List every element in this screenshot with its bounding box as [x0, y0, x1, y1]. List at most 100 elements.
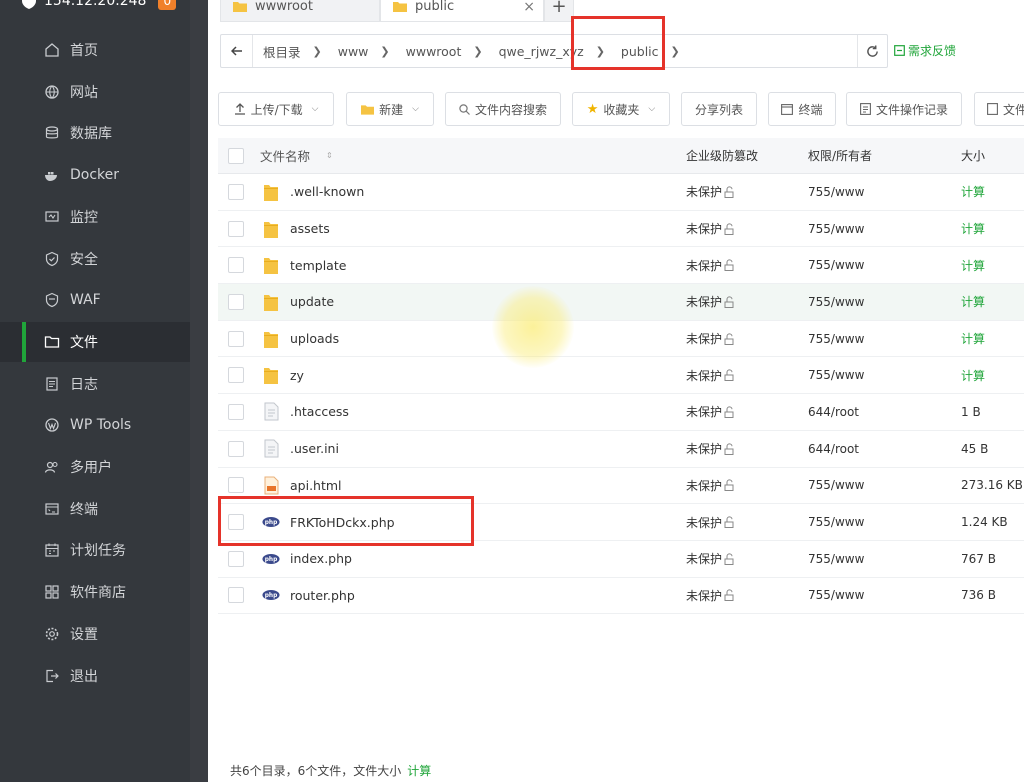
file-name-cell[interactable]: assets: [262, 220, 330, 238]
sidebar-item-2[interactable]: 数据库: [0, 113, 190, 153]
sidebar-item-11[interactable]: 终端: [0, 489, 190, 529]
favorites-button[interactable]: ★ 收藏夹 ⌵: [572, 92, 670, 126]
select-all-checkbox[interactable]: [228, 147, 244, 164]
protect-status[interactable]: 未保护: [686, 183, 735, 200]
breadcrumb-item[interactable]: 根目录 ❯: [253, 42, 328, 61]
sidebar-item-8[interactable]: 日志: [0, 364, 190, 404]
protect-status[interactable]: 未保护: [686, 330, 735, 347]
sidebar-item-7[interactable]: 文件: [0, 321, 190, 362]
file-name-cell[interactable]: .htaccess: [262, 402, 349, 421]
tab-wwwroot[interactable]: wwwroot: [220, 0, 380, 22]
permission-cell[interactable]: 755/www: [808, 185, 864, 199]
permission-cell[interactable]: 755/www: [808, 258, 864, 272]
table-row[interactable]: .htaccess 未保护 644/root 1 B: [218, 394, 1024, 431]
row-checkbox[interactable]: [228, 293, 244, 310]
calc-size-link[interactable]: 计算: [407, 764, 431, 778]
row-checkbox[interactable]: [228, 403, 244, 420]
size-cell[interactable]: 计算: [961, 330, 985, 347]
protect-status[interactable]: 未保护: [686, 403, 735, 420]
row-checkbox[interactable]: [228, 183, 244, 200]
file-name-cell[interactable]: api.html: [262, 476, 342, 495]
size-cell[interactable]: 计算: [961, 183, 985, 200]
table-row[interactable]: .well-known 未保护 755/www 计算: [218, 174, 1024, 211]
file-name-cell[interactable]: php index.php: [262, 550, 352, 568]
permission-cell[interactable]: 755/www: [808, 368, 864, 382]
share-list-button[interactable]: 分享列表: [681, 92, 757, 126]
sidebar-item-13[interactable]: 软件商店: [0, 572, 190, 612]
sidebar-item-14[interactable]: 设置: [0, 614, 190, 654]
protect-status[interactable]: 未保护: [686, 587, 735, 604]
sidebar-item-0[interactable]: 首页: [0, 30, 190, 70]
protect-status[interactable]: 未保护: [686, 550, 735, 567]
row-checkbox[interactable]: [228, 440, 244, 457]
sidebar-item-10[interactable]: 多用户: [0, 447, 190, 487]
protect-status[interactable]: 未保护: [686, 440, 735, 457]
back-button[interactable]: [221, 35, 253, 67]
sidebar-item-4[interactable]: 监控: [0, 197, 190, 237]
breadcrumb-item[interactable]: qwe_rjwz_xyz ❯: [489, 44, 611, 59]
table-row[interactable]: zy 未保护 755/www 计算: [218, 357, 1024, 395]
close-icon[interactable]: ×: [523, 0, 535, 15]
file-name-cell[interactable]: .well-known: [262, 183, 364, 201]
permission-cell[interactable]: 755/www: [808, 332, 864, 346]
row-checkbox[interactable]: [228, 330, 244, 347]
row-checkbox[interactable]: [228, 220, 244, 237]
size-cell[interactable]: 计算: [961, 257, 985, 274]
table-row[interactable]: php index.php 未保护 755/www 767 B: [218, 541, 1024, 578]
size-cell[interactable]: 计算: [961, 293, 985, 310]
permission-cell[interactable]: 755/www: [808, 222, 864, 236]
file-name-cell[interactable]: uploads: [262, 330, 339, 348]
sidebar-item-1[interactable]: 网站: [0, 72, 190, 112]
size-cell[interactable]: 计算: [961, 220, 985, 237]
column-size[interactable]: 大小: [961, 147, 985, 164]
refresh-button[interactable]: [857, 35, 887, 67]
permission-cell[interactable]: 755/www: [808, 588, 864, 602]
sidebar-item-6[interactable]: WAF: [0, 280, 190, 320]
protect-status[interactable]: 未保护: [686, 367, 735, 384]
file-name-cell[interactable]: update: [262, 293, 334, 311]
permission-cell[interactable]: 755/www: [808, 552, 864, 566]
table-row[interactable]: .user.ini 未保护 644/root 45 B: [218, 431, 1024, 468]
row-checkbox[interactable]: [228, 514, 244, 531]
protect-status[interactable]: 未保护: [686, 257, 735, 274]
table-row[interactable]: update 未保护 755/www 计算: [218, 284, 1024, 321]
file-name-cell[interactable]: php FRKToHDckx.php: [262, 513, 395, 531]
permission-cell[interactable]: 755/www: [808, 478, 864, 492]
table-row[interactable]: php FRKToHDckx.php 未保护 755/www 1.24 KB: [218, 504, 1024, 541]
upload-download-button[interactable]: 上传/下载 ⌵: [218, 92, 334, 126]
breadcrumb-item[interactable]: public ❯: [611, 44, 686, 59]
permission-cell[interactable]: 755/www: [808, 515, 864, 529]
file-name-cell[interactable]: php router.php: [262, 586, 355, 604]
sidebar-item-15[interactable]: 退出: [0, 656, 190, 696]
content-search-button[interactable]: 文件内容搜索: [445, 92, 561, 126]
sidebar-item-12[interactable]: 计划任务: [0, 530, 190, 570]
tab-public[interactable]: public ×: [380, 0, 544, 22]
more-button[interactable]: 文件: [974, 92, 1024, 126]
protect-status[interactable]: 未保护: [686, 293, 735, 310]
protect-status[interactable]: 未保护: [686, 477, 735, 494]
breadcrumb-item[interactable]: wwwroot ❯: [396, 44, 489, 59]
file-name-cell[interactable]: zy: [262, 366, 304, 385]
table-row[interactable]: uploads 未保护 755/www 计算: [218, 321, 1024, 358]
sidebar-item-5[interactable]: 安全: [0, 239, 190, 279]
file-name-cell[interactable]: .user.ini: [262, 439, 339, 458]
file-name-cell[interactable]: template: [262, 256, 346, 275]
row-checkbox[interactable]: [228, 257, 244, 274]
add-tab-button[interactable]: +: [544, 0, 574, 22]
notification-badge[interactable]: 0: [158, 0, 177, 10]
protect-status[interactable]: 未保护: [686, 514, 735, 531]
permission-cell[interactable]: 755/www: [808, 295, 864, 309]
table-row[interactable]: php router.php 未保护 755/www 736 B: [218, 578, 1024, 615]
row-checkbox[interactable]: [228, 550, 244, 567]
column-name[interactable]: 文件名称 ⇕: [260, 146, 333, 165]
file-oplog-button[interactable]: 文件操作记录: [846, 92, 962, 126]
terminal-button[interactable]: 终端: [768, 92, 836, 126]
protect-status[interactable]: 未保护: [686, 220, 735, 237]
new-button[interactable]: 新建 ⌵: [346, 92, 434, 126]
sidebar-item-9[interactable]: WP Tools: [0, 405, 190, 445]
row-checkbox[interactable]: [228, 477, 244, 494]
row-checkbox[interactable]: [228, 587, 244, 604]
sidebar-item-3[interactable]: Docker: [0, 155, 190, 195]
feedback-link[interactable]: 需求反馈: [894, 42, 956, 59]
breadcrumb-item[interactable]: www ❯: [328, 44, 396, 59]
